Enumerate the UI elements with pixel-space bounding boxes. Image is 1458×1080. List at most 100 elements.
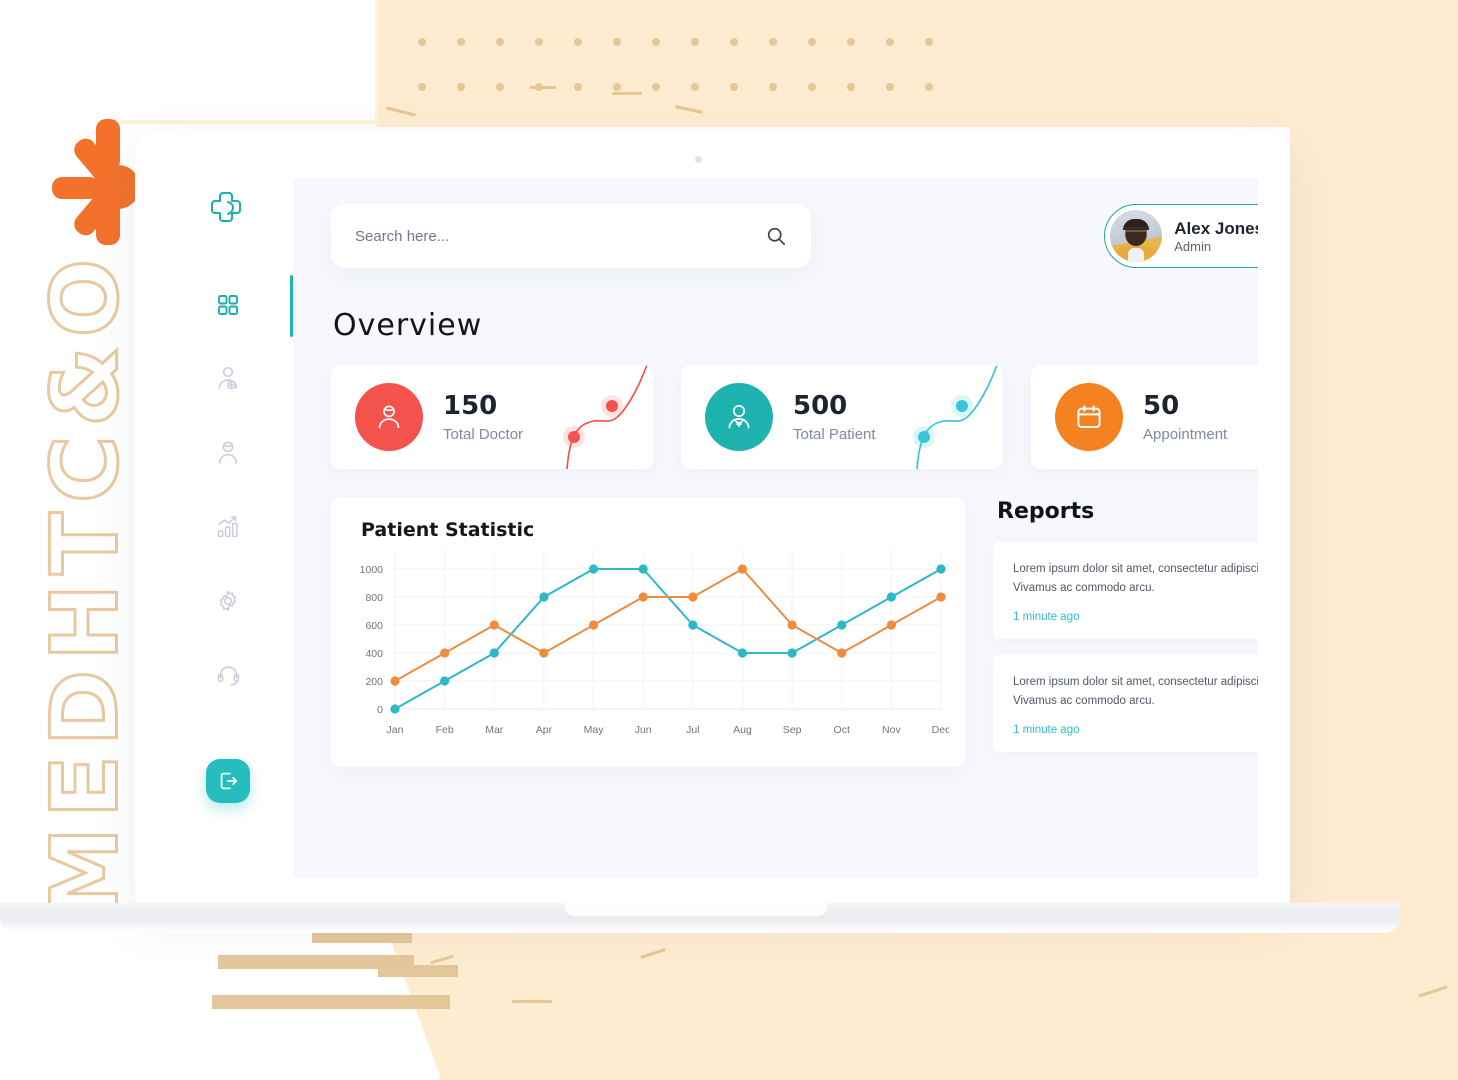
svg-text:400: 400: [365, 648, 383, 660]
decorative-dot: [418, 38, 426, 46]
sidebar-item-doctors[interactable]: [163, 433, 293, 473]
decorative-bar: [312, 933, 412, 943]
stat-label: Appointment: [1143, 425, 1228, 443]
svg-text:Jul: Jul: [686, 724, 699, 736]
decorative-dot-grid: [418, 38, 946, 108]
sidebar-nav: [163, 275, 293, 695]
svg-text:Feb: Feb: [436, 724, 454, 736]
decorative-dot: [418, 83, 426, 91]
patient-statistic-chart: 0 200 400 600 800 1000 Jan Feb Mar Apr May Jun Jul Au…: [360, 549, 950, 736]
svg-text:Nov: Nov: [882, 724, 901, 736]
decorative-dot: [769, 38, 777, 46]
decorative-dot: [691, 38, 699, 46]
svg-text:May: May: [584, 724, 605, 736]
decorative-dot: [730, 38, 738, 46]
sidebar-item-analytics[interactable]: [163, 507, 293, 547]
report-time: 1 minute ago: [1013, 723, 1080, 736]
report-item[interactable]: Lorem ipsum dolor sit amet, consectetur …: [993, 654, 1258, 752]
svg-text:1000: 1000: [360, 564, 384, 576]
user-profile-menu[interactable]: Alex Jones Admin: [1104, 204, 1258, 268]
asterisk-flower-logo: [52, 119, 142, 255]
decorative-dot: [769, 83, 777, 91]
dashboard-screen: Alex Jones Admin Overview: [163, 178, 1258, 878]
search-icon[interactable]: [765, 225, 787, 247]
laptop-base: [0, 903, 1400, 933]
sidebar-item-dashboard[interactable]: [163, 275, 293, 337]
decorative-dash: [512, 1000, 552, 1003]
lower-section: Patient Statistic 0 200 400 600 800 1000 Jan Fe…: [331, 497, 1258, 768]
decorative-dot: [457, 38, 465, 46]
decorative-bar: [212, 995, 450, 1009]
decorative-dash: [530, 86, 556, 89]
decorative-dot: [574, 83, 582, 91]
decorative-bar: [378, 965, 458, 977]
svg-text:600: 600: [365, 620, 383, 632]
report-text: Lorem ipsum dolor sit amet, consectetur …: [1013, 563, 1258, 594]
stat-value: 150: [443, 391, 498, 422]
svg-text:Dec: Dec: [932, 724, 949, 736]
search-bar[interactable]: [331, 204, 811, 268]
main-content: Alex Jones Admin Overview: [293, 178, 1258, 878]
patient-statistic-card: Patient Statistic 0 200 400 600 800 1000 Jan Fe…: [331, 497, 965, 767]
patient-avatar-icon: [705, 383, 773, 451]
calendar-icon: [1055, 383, 1123, 451]
decorative-dot: [457, 83, 465, 91]
decorative-dot: [925, 83, 933, 91]
logout-icon: [220, 772, 238, 790]
headset-support-icon: [217, 665, 239, 686]
search-input[interactable]: [355, 227, 765, 245]
svg-text:Jan: Jan: [387, 724, 404, 736]
sidebar-item-settings[interactable]: [163, 581, 293, 621]
stat-value: 50: [1143, 391, 1180, 422]
gear-icon: [219, 590, 237, 612]
decorative-dot: [535, 38, 543, 46]
decorative-dot: [847, 83, 855, 91]
doctor-icon: [218, 441, 238, 464]
analytics-chart-icon: [217, 516, 238, 538]
sidebar-item-support[interactable]: [163, 655, 293, 695]
stat-label: Total Patient: [793, 425, 876, 443]
profile-name: Alex Jones: [1174, 218, 1258, 238]
decorative-dot: [886, 38, 894, 46]
stat-value: 500: [793, 391, 848, 422]
decorative-dot: [496, 83, 504, 91]
stat-label: Total Doctor: [443, 425, 524, 443]
sparkline-doctor: [563, 365, 648, 469]
sidebar-item-patients[interactable]: [163, 359, 293, 399]
decorative-dot: [652, 83, 660, 91]
stat-card-total-patient[interactable]: 500 Total Patient: [681, 365, 1003, 469]
stat-card-appointment[interactable]: 50 Appointment: [1031, 365, 1258, 469]
decorative-dot: [886, 83, 894, 91]
sidebar: [163, 178, 293, 878]
decorative-dot: [730, 83, 738, 91]
logout-button[interactable]: [206, 759, 250, 803]
stat-card-total-doctor[interactable]: 150 Total Doctor: [331, 365, 653, 469]
patient-icon: [218, 366, 238, 390]
dashboard-grid-icon: [218, 295, 238, 315]
svg-text:Mar: Mar: [485, 724, 504, 736]
background-accent-vline: [375, 0, 379, 127]
svg-text:Apr: Apr: [536, 724, 553, 736]
decorative-dot: [808, 38, 816, 46]
decorative-dot: [652, 38, 660, 46]
laptop-frame: Alex Jones Admin Overview: [135, 130, 1290, 905]
webcam-dot: [695, 156, 702, 163]
chart-title: Patient Statistic: [361, 519, 535, 541]
report-text: Lorem ipsum dolor sit amet, consectetur …: [1013, 675, 1258, 707]
svg-text:Sep: Sep: [783, 724, 802, 736]
report-item[interactable]: Lorem ipsum dolor sit amet, consectetur …: [993, 542, 1258, 639]
stat-cards: 150 Total Doctor 500 Total Patient 50 Ap…: [331, 365, 1258, 469]
decorative-dot: [925, 38, 933, 46]
svg-text:800: 800: [365, 592, 383, 604]
decorative-dot: [808, 83, 816, 91]
decorative-dot: [574, 38, 582, 46]
svg-text:200: 200: [365, 676, 383, 688]
medical-cross-logo: [208, 188, 248, 233]
decorative-dot: [613, 83, 621, 91]
decorative-dot: [613, 38, 621, 46]
doctor-avatar-icon: [355, 383, 423, 451]
decorative-dot: [847, 38, 855, 46]
background-accent-line: [120, 120, 378, 124]
decorative-dot: [496, 38, 504, 46]
svg-text:Oct: Oct: [834, 724, 850, 736]
